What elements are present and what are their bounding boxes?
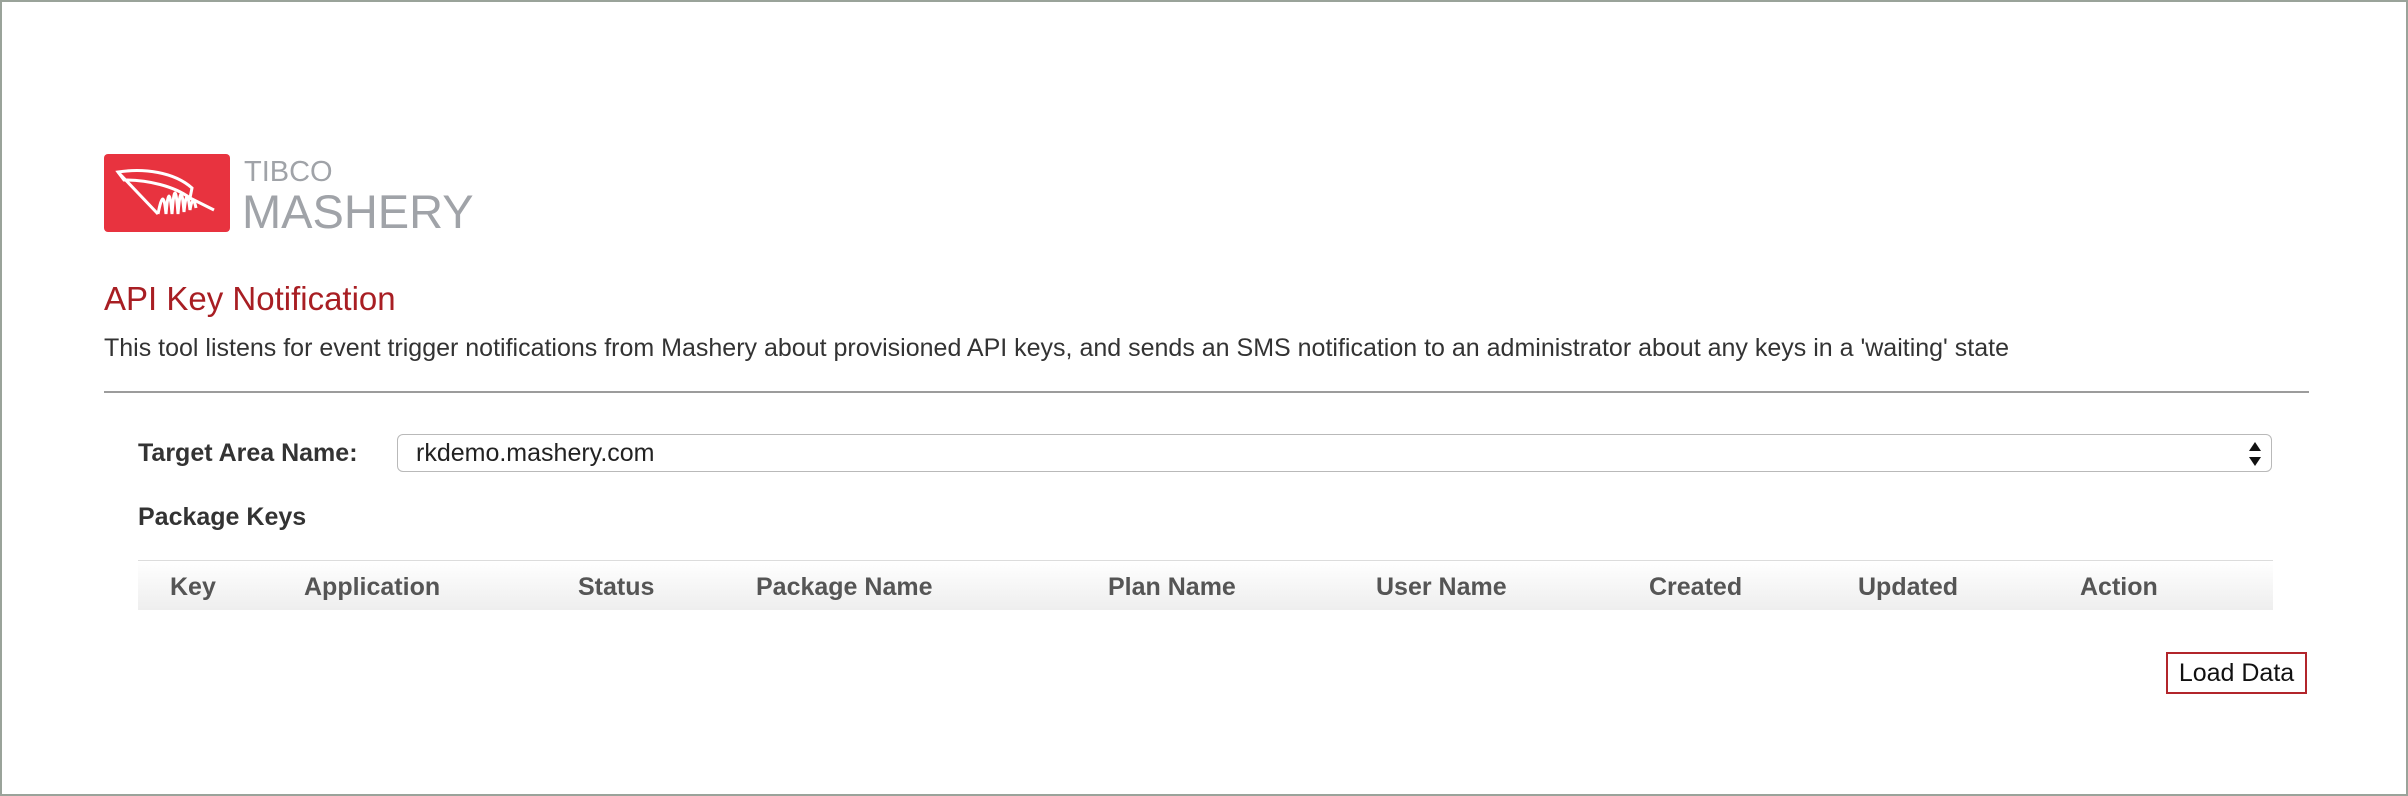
column-header-key[interactable]: Key [170,573,216,602]
column-header-status[interactable]: Status [578,573,654,602]
page-title: API Key Notification [104,280,396,317]
column-header-plan-name[interactable]: Plan Name [1108,573,1236,602]
page-description: This tool listens for event trigger noti… [104,334,2009,362]
tibco-mashery-logo: TIBCO MASHERY [104,154,474,238]
column-header-action[interactable]: Action [2080,573,2158,602]
target-area-label: Target Area Name: [138,439,358,467]
column-header-updated[interactable]: Updated [1858,573,1958,602]
package-keys-table-header: Key Application Status Package Name Plan… [138,560,2273,610]
logo-text-mashery: MASHERY [242,185,474,238]
app-window: TIBCO MASHERY API Key Notification This … [0,0,2408,796]
column-header-application[interactable]: Application [304,573,440,602]
target-area-value: rkdemo.mashery.com [416,439,655,467]
column-header-package-name[interactable]: Package Name [756,573,933,602]
column-header-created[interactable]: Created [1649,573,1742,602]
select-updown-arrows-icon [2247,440,2263,468]
target-area-select[interactable]: rkdemo.mashery.com [397,434,2272,472]
mashery-badge-icon [104,154,230,232]
package-keys-label: Package Keys [138,503,307,531]
column-header-user-name[interactable]: User Name [1376,573,1507,602]
header-divider [104,391,2309,393]
load-data-button[interactable]: Load Data [2166,652,2307,694]
